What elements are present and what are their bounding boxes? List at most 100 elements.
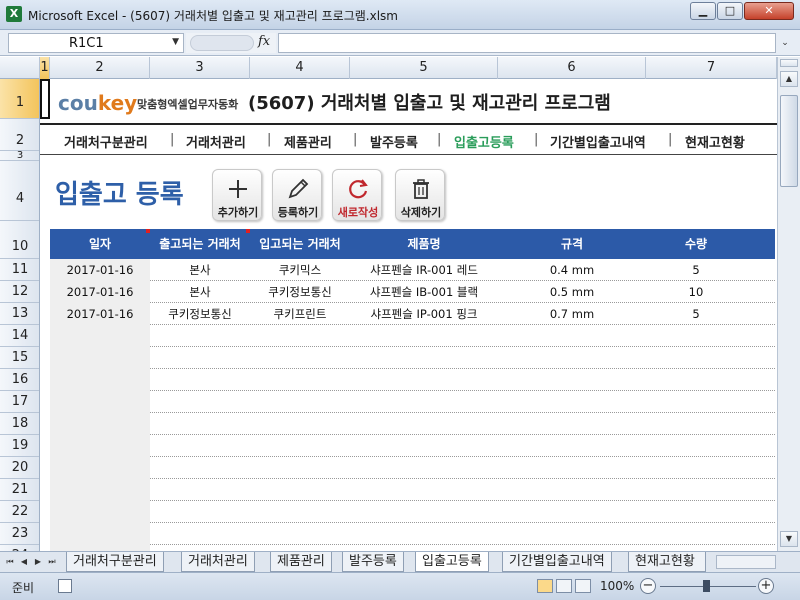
split-handle[interactable] xyxy=(780,59,798,67)
empty-row[interactable] xyxy=(50,479,775,501)
row-header-22[interactable]: 22 xyxy=(0,501,39,523)
column-header-7[interactable]: 7 xyxy=(646,57,777,79)
nav-item-client-category[interactable]: 거래처구분관리 xyxy=(64,132,148,151)
empty-row[interactable] xyxy=(50,347,775,369)
sheet-tab-period-history[interactable]: 기간별입출고내역 xyxy=(502,552,612,572)
cell-outgoing[interactable]: 쿠키정보통신 xyxy=(150,303,250,325)
cell-product[interactable]: 샤프펜슬 IR-001 레드 xyxy=(350,259,498,281)
row-header-19[interactable]: 19 xyxy=(0,435,39,457)
new-button[interactable]: 새로작성 xyxy=(332,169,382,221)
nav-item-stock[interactable]: 현재고현황 xyxy=(685,132,745,151)
normal-view-icon[interactable] xyxy=(537,579,553,593)
empty-row[interactable] xyxy=(50,457,775,479)
page-break-view-icon[interactable] xyxy=(575,579,591,593)
zoom-slider-thumb[interactable] xyxy=(703,580,710,592)
empty-row[interactable] xyxy=(50,413,775,435)
cell-spec[interactable]: 0.4 mm xyxy=(498,259,646,281)
delete-button[interactable]: 삭제하기 xyxy=(395,169,445,221)
maximize-button[interactable]: □ xyxy=(717,2,743,20)
column-header-4[interactable]: 4 xyxy=(250,57,350,79)
scroll-up-icon[interactable]: ▲ xyxy=(780,71,798,87)
select-all-corner[interactable] xyxy=(0,57,40,79)
sheet-tab-client[interactable]: 거래처관리 xyxy=(181,552,255,572)
cell-spec[interactable]: 0.7 mm xyxy=(498,303,646,325)
sheet-tab-inout[interactable]: 입출고등록 xyxy=(415,552,489,572)
zoom-level[interactable]: 100% xyxy=(600,579,634,593)
empty-row[interactable] xyxy=(50,523,775,545)
sheet-tab-stock[interactable]: 현재고현황 xyxy=(628,552,706,572)
column-header-3[interactable]: 3 xyxy=(150,57,250,79)
row-header-3[interactable]: 3 xyxy=(0,151,39,161)
table-row[interactable]: 2017-01-16 본사 쿠키정보통신 샤프펜슬 IB-001 블랙 0.5 … xyxy=(50,281,775,303)
nav-item-inout[interactable]: 입출고등록 xyxy=(454,132,514,151)
cell-date[interactable]: 2017-01-16 xyxy=(50,281,150,303)
macro-record-icon[interactable] xyxy=(58,579,72,593)
empty-row[interactable] xyxy=(50,369,775,391)
sheet-tab-order[interactable]: 발주등록 xyxy=(342,552,404,572)
active-cell[interactable] xyxy=(40,79,50,119)
cell-spec[interactable]: 0.5 mm xyxy=(498,281,646,303)
cell-product[interactable]: 샤프펜슬 IP-001 핑크 xyxy=(350,303,498,325)
cell-quantity[interactable]: 5 xyxy=(646,259,746,281)
row-header-1[interactable]: 1 xyxy=(0,79,39,119)
sheet-tab-product[interactable]: 제품관리 xyxy=(270,552,332,572)
row-header-13[interactable]: 13 xyxy=(0,303,39,325)
cell-date[interactable]: 2017-01-16 xyxy=(50,303,150,325)
cell-quantity[interactable]: 5 xyxy=(646,303,746,325)
formula-input[interactable] xyxy=(278,33,776,53)
column-header-5[interactable]: 5 xyxy=(350,57,498,79)
add-button[interactable]: 추가하기 xyxy=(212,169,262,221)
register-button[interactable]: 등록하기 xyxy=(272,169,322,221)
cell-outgoing[interactable]: 본사 xyxy=(150,281,250,303)
column-header-2[interactable]: 2 xyxy=(50,57,150,79)
prev-sheet-icon[interactable]: ◀ xyxy=(18,555,30,569)
row-header-20[interactable]: 20 xyxy=(0,457,39,479)
worksheet[interactable]: coukey 맞춤형엑셀업무자동화 (5607) 거래처별 입출고 및 재고관리… xyxy=(40,79,777,551)
empty-row[interactable] xyxy=(50,325,775,347)
chevron-down-icon[interactable]: ▼ xyxy=(172,37,179,47)
zoom-in-icon[interactable]: + xyxy=(758,578,774,594)
row-header-17[interactable]: 17 xyxy=(0,391,39,413)
cell-product[interactable]: 샤프펜슬 IB-001 블랙 xyxy=(350,281,498,303)
name-box[interactable]: R1C1 ▼ xyxy=(8,33,184,53)
row-header-10[interactable]: 10 xyxy=(0,221,39,259)
row-header-2[interactable]: 2 xyxy=(0,119,39,151)
column-header-6[interactable]: 6 xyxy=(498,57,646,79)
next-sheet-icon[interactable]: ▶ xyxy=(32,555,44,569)
sheet-tab-client-category[interactable]: 거래처구분관리 xyxy=(66,552,164,572)
zoom-out-icon[interactable]: − xyxy=(640,578,656,594)
column-header-1[interactable]: 1 xyxy=(40,57,50,79)
expand-formula-icon[interactable]: ⌄ xyxy=(777,33,793,53)
empty-row[interactable] xyxy=(50,501,775,523)
insert-function-icon[interactable]: fx xyxy=(258,34,270,49)
nav-item-order[interactable]: 발주등록 xyxy=(370,132,418,151)
row-header-15[interactable]: 15 xyxy=(0,347,39,369)
row-header-21[interactable]: 21 xyxy=(0,479,39,501)
nav-item-product[interactable]: 제품관리 xyxy=(284,132,332,151)
table-row[interactable]: 2017-01-16 쿠키정보통신 쿠키프린트 샤프펜슬 IP-001 핑크 0… xyxy=(50,303,775,325)
cell-incoming[interactable]: 쿠키프린트 xyxy=(250,303,350,325)
last-sheet-icon[interactable]: ⏭ xyxy=(46,555,58,569)
minimize-button[interactable]: ▁ xyxy=(690,2,716,20)
nav-item-client[interactable]: 거래처관리 xyxy=(186,132,246,151)
cell-date[interactable]: 2017-01-16 xyxy=(50,259,150,281)
row-header-16[interactable]: 16 xyxy=(0,369,39,391)
row-header-14[interactable]: 14 xyxy=(0,325,39,347)
close-button[interactable]: ✕ xyxy=(744,2,794,20)
cell-outgoing[interactable]: 본사 xyxy=(150,259,250,281)
scroll-down-icon[interactable]: ▼ xyxy=(780,531,798,547)
cell-quantity[interactable]: 10 xyxy=(646,281,746,303)
nav-item-period-history[interactable]: 기간별입출고내역 xyxy=(550,132,646,151)
cell-incoming[interactable]: 쿠키정보통신 xyxy=(250,281,350,303)
row-header-18[interactable]: 18 xyxy=(0,413,39,435)
row-header-23[interactable]: 23 xyxy=(0,523,39,545)
row-header-4[interactable]: 4 xyxy=(0,161,39,221)
cell-incoming[interactable]: 쿠키믹스 xyxy=(250,259,350,281)
scroll-thumb[interactable] xyxy=(780,95,798,187)
empty-row[interactable] xyxy=(50,435,775,457)
vertical-scrollbar[interactable]: ▲ ▼ xyxy=(777,57,800,551)
row-header-12[interactable]: 12 xyxy=(0,281,39,303)
row-header-11[interactable]: 11 xyxy=(0,259,39,281)
page-layout-view-icon[interactable] xyxy=(556,579,572,593)
first-sheet-icon[interactable]: ⏮ xyxy=(4,555,16,569)
